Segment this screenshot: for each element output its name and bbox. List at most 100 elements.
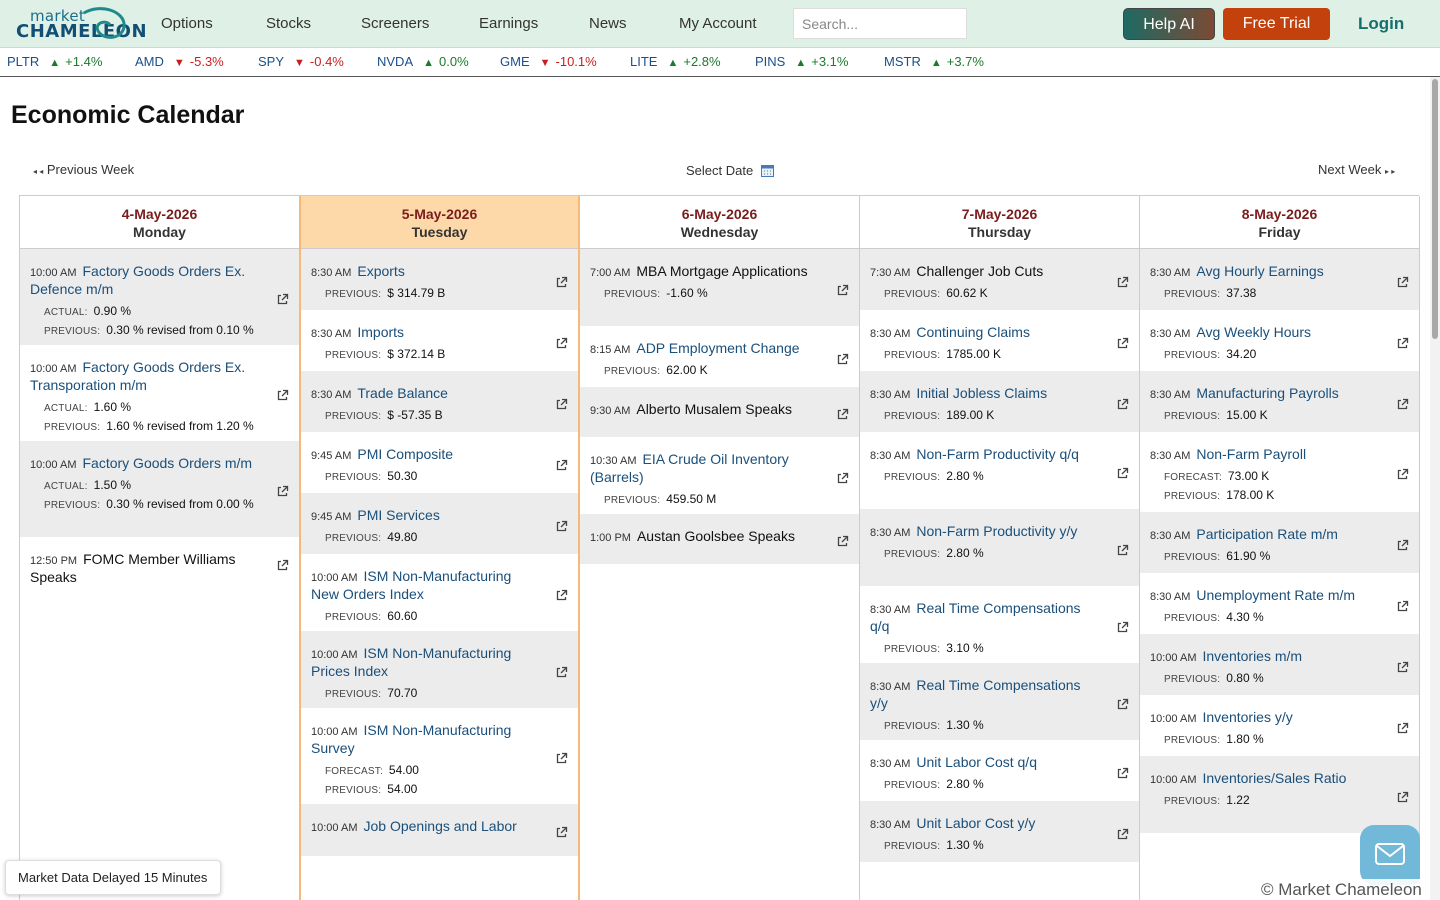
ticker-change: +2.8%: [683, 54, 721, 69]
search-input[interactable]: [793, 8, 967, 39]
external-link-icon[interactable]: [1396, 722, 1409, 740]
external-link-icon[interactable]: [1116, 544, 1129, 562]
external-link-icon[interactable]: [1116, 767, 1129, 785]
previous-value: 0.30 % revised from 0.00 %: [106, 497, 254, 511]
previous-label: PREVIOUS:: [604, 366, 661, 377]
event-name[interactable]: Non-Farm Productivity q/q: [916, 446, 1079, 462]
nav-options[interactable]: Options: [161, 15, 213, 32]
ticker-item[interactable]: PINS ▲ +3.1%: [755, 54, 848, 69]
event-name[interactable]: Factory Goods Orders m/m: [82, 455, 252, 471]
external-link-icon[interactable]: [1116, 337, 1129, 355]
actual-label: ACTUAL:: [44, 307, 88, 318]
external-link-icon[interactable]: [836, 535, 849, 553]
external-link-icon[interactable]: [276, 293, 289, 311]
calendar-event: 8:30 AM Non-Farm Productivity y/y PREVIOUS…: [860, 509, 1139, 586]
day-column: 4-May-2026 Monday 10:00 AM Factory Goods Or…: [20, 196, 300, 900]
external-link-icon[interactable]: [1396, 600, 1409, 618]
event-name[interactable]: Initial Jobless Claims: [916, 385, 1047, 401]
external-link-icon[interactable]: [555, 337, 568, 355]
external-link-icon[interactable]: [1116, 698, 1129, 716]
event-name[interactable]: Unit Labor Cost q/q: [916, 754, 1037, 770]
external-link-icon[interactable]: [836, 408, 849, 426]
ticker-item[interactable]: SPY ▼ -0.4%: [258, 54, 344, 69]
external-link-icon[interactable]: [1116, 828, 1129, 846]
help-ai-button[interactable]: Help AI: [1123, 8, 1215, 40]
external-link-icon[interactable]: [555, 520, 568, 538]
nav-news[interactable]: News: [589, 15, 627, 32]
scrollbar-thumb[interactable]: [1432, 79, 1438, 339]
external-link-icon[interactable]: [1396, 539, 1409, 557]
ticker-item[interactable]: AMD ▼ -5.3%: [135, 54, 224, 69]
event-name[interactable]: Avg Weekly Hours: [1196, 324, 1311, 340]
event-time: 10:00 AM: [30, 267, 77, 279]
event-name[interactable]: Inventories y/y: [1202, 709, 1292, 725]
logo[interactable]: market CHAMELEON: [16, 7, 147, 42]
previous-value: 49.80: [387, 530, 418, 544]
event-name[interactable]: ADP Employment Change: [636, 340, 799, 356]
external-link-icon[interactable]: [555, 459, 568, 477]
external-link-icon[interactable]: [1116, 621, 1129, 639]
external-link-icon[interactable]: [836, 353, 849, 371]
external-link-icon[interactable]: [555, 276, 568, 294]
down-arrow-icon: ▼: [173, 57, 185, 69]
external-link-icon[interactable]: [555, 398, 568, 416]
external-link-icon[interactable]: [1396, 276, 1409, 294]
ticker-item[interactable]: PLTR ▲ +1.4%: [7, 54, 102, 69]
external-link-icon[interactable]: [1396, 791, 1409, 809]
event-name[interactable]: PMI Services: [357, 507, 439, 523]
nav-my-account[interactable]: My Account: [679, 15, 757, 32]
event-time: 8:30 AM: [870, 681, 911, 693]
calendar-event: 8:30 AM Unit Labor Cost y/y PREVIOUS: 1.30 …: [860, 801, 1139, 862]
external-link-icon[interactable]: [276, 485, 289, 503]
event-name[interactable]: Imports: [357, 324, 404, 340]
event-name[interactable]: Job Openings and Labor: [363, 818, 516, 834]
event-time: 8:30 AM: [311, 389, 352, 401]
external-link-icon[interactable]: [1116, 467, 1129, 485]
ticker-item[interactable]: LITE ▲ +2.8%: [630, 54, 721, 69]
previous-week-link[interactable]: ◂ ◂ Previous Week: [33, 162, 134, 177]
previous-label: PREVIOUS:: [325, 533, 382, 544]
event-name[interactable]: Continuing Claims: [916, 324, 1030, 340]
external-link-icon[interactable]: [555, 826, 568, 844]
external-link-icon[interactable]: [1396, 468, 1409, 486]
ticker-item[interactable]: MSTR ▲ +3.7%: [884, 54, 984, 69]
event-name[interactable]: Inventories m/m: [1202, 648, 1302, 664]
external-link-icon[interactable]: [1116, 398, 1129, 416]
external-link-icon[interactable]: [555, 589, 568, 607]
free-trial-button[interactable]: Free Trial: [1223, 8, 1330, 40]
event-name[interactable]: Non-Farm Productivity y/y: [916, 523, 1077, 539]
event-name[interactable]: Participation Rate m/m: [1196, 526, 1338, 542]
ticker-symbol: NVDA: [377, 54, 414, 69]
event-name[interactable]: Non-Farm Payroll: [1196, 446, 1306, 462]
external-link-icon[interactable]: [276, 559, 289, 577]
external-link-icon[interactable]: [1116, 276, 1129, 294]
event-name[interactable]: Unit Labor Cost y/y: [916, 815, 1035, 831]
ticker-change: +3.7%: [946, 54, 984, 69]
external-link-icon[interactable]: [1396, 337, 1409, 355]
external-link-icon[interactable]: [555, 752, 568, 770]
event-name[interactable]: PMI Composite: [357, 446, 453, 462]
nav-stocks[interactable]: Stocks: [266, 15, 311, 32]
ticker-item[interactable]: NVDA ▲ 0.0%: [377, 54, 469, 69]
event-name[interactable]: Avg Hourly Earnings: [1196, 263, 1323, 279]
external-link-icon[interactable]: [555, 666, 568, 684]
page-scrollbar[interactable]: [1430, 77, 1440, 900]
next-week-link[interactable]: Next Week ▸ ▸: [1318, 162, 1395, 177]
event-name[interactable]: Unemployment Rate m/m: [1196, 587, 1355, 603]
event-name[interactable]: Inventories/Sales Ratio: [1202, 770, 1346, 786]
ticker-change: -5.3%: [189, 54, 224, 69]
external-link-icon[interactable]: [836, 472, 849, 490]
chat-button[interactable]: [1360, 825, 1420, 885]
event-name[interactable]: Trade Balance: [357, 385, 448, 401]
external-link-icon[interactable]: [1396, 661, 1409, 679]
event-name[interactable]: Exports: [357, 263, 404, 279]
external-link-icon[interactable]: [836, 284, 849, 302]
select-date-link[interactable]: Select Date: [686, 163, 774, 178]
nav-screeners[interactable]: Screeners: [361, 15, 429, 32]
nav-earnings[interactable]: Earnings: [479, 15, 538, 32]
external-link-icon[interactable]: [276, 389, 289, 407]
event-name[interactable]: Manufacturing Payrolls: [1196, 385, 1338, 401]
external-link-icon[interactable]: [1396, 398, 1409, 416]
login-link[interactable]: Login: [1358, 14, 1404, 34]
ticker-item[interactable]: GME ▼ -10.1%: [500, 54, 597, 69]
